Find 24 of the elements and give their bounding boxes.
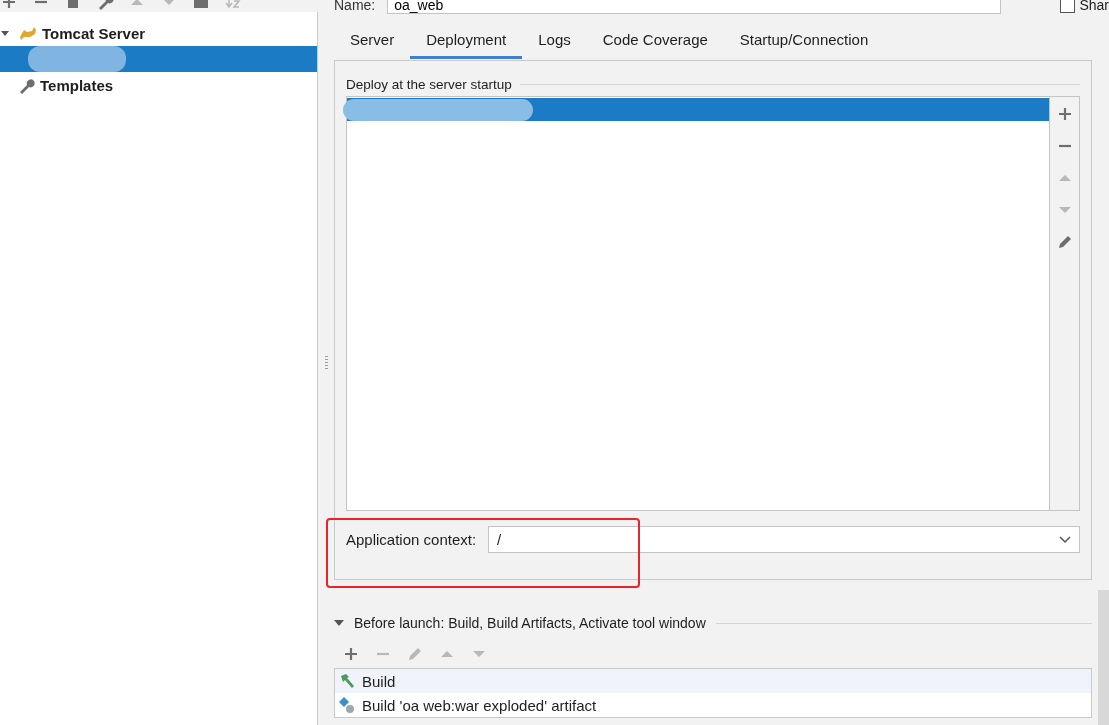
tab[interactable]: Startup/Connection <box>723 23 885 59</box>
tree-item[interactable]: Tomcat Server <box>0 20 317 46</box>
task-item[interactable]: Build <box>335 669 1091 693</box>
caret-icon[interactable] <box>1 29 9 37</box>
tab[interactable]: Deployment <box>410 23 523 59</box>
name-label: Name: <box>334 0 376 13</box>
chevron-down-icon[interactable] <box>1059 535 1071 544</box>
task-item[interactable]: Build 'oa web:war exploded' artifact <box>335 693 1091 717</box>
name-field[interactable]: oa_web <box>387 0 1002 14</box>
scrollbar[interactable] <box>1098 590 1109 725</box>
diamond-icon <box>338 696 356 714</box>
share-label: Shar <box>1079 0 1109 13</box>
caret-icon[interactable] <box>334 619 344 627</box>
tab[interactable]: Code Coverage <box>586 23 724 59</box>
context-label: Application context: <box>346 531 477 548</box>
tab[interactable]: Logs <box>522 23 587 59</box>
share-checkbox[interactable] <box>1060 0 1076 13</box>
plus-icon[interactable] <box>342 645 360 663</box>
wrench-icon <box>18 76 36 94</box>
tab[interactable]: Server <box>334 23 411 59</box>
tree-item[interactable]: Templates <box>0 72 317 98</box>
section-title: Before launch: Build, Build Artifacts, Activate tool window <box>354 615 706 631</box>
context-combobox[interactable]: / <box>488 526 1080 553</box>
section-title: Deploy at the server startup <box>346 76 512 92</box>
